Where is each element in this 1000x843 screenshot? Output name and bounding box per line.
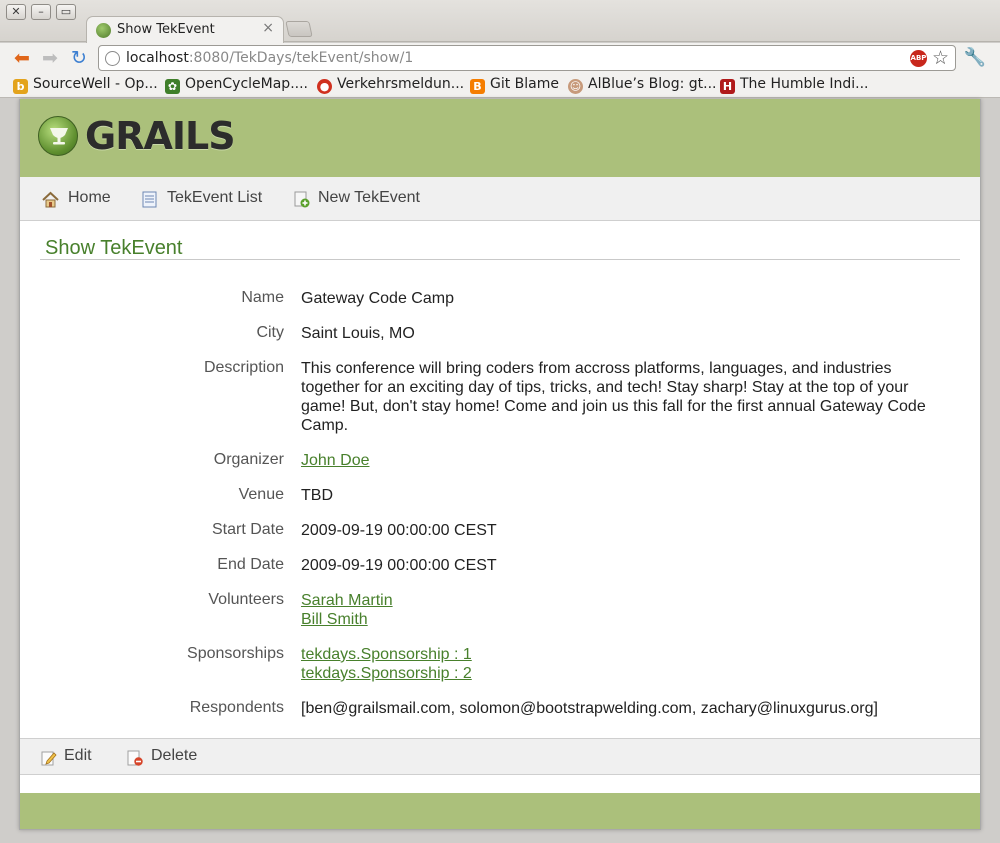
url-text: localhost:8080/TekDays/tekEvent/show/1 — [126, 50, 414, 66]
bookmark-verkehrsmeldungen[interactable]: ● Verkehrsmeldun... — [317, 76, 464, 95]
bookmark-humble-indie[interactable]: H The Humble Indi... — [720, 76, 869, 95]
nav-tekevent-list[interactable]: TekEvent List — [167, 189, 262, 207]
tab-close-icon[interactable]: × — [262, 20, 274, 36]
site-footer — [20, 793, 980, 829]
field-label: End Date — [217, 556, 284, 573]
field-value-sponsorships: tekdays.Sponsorship : 1 tekdays.Sponsors… — [301, 645, 941, 683]
home-icon — [42, 191, 59, 208]
site-header: GRAILS — [20, 99, 980, 177]
new-document-icon — [294, 191, 310, 208]
grails-favicon-icon — [96, 23, 111, 38]
delete-icon — [127, 750, 143, 766]
field-label: Name — [241, 289, 284, 306]
field-label: Start Date — [211, 521, 284, 538]
edit-icon — [41, 751, 57, 766]
cycle-icon: ✿ — [165, 79, 180, 94]
field-label: Description — [203, 359, 284, 376]
bookmarks-bar: b SourceWell - Op... ✿ OpenCycleMap.... ● V… — [0, 73, 1000, 98]
sponsorship-link[interactable]: tekdays.Sponsorship : 1 — [301, 645, 941, 664]
grail-cup-icon — [50, 128, 68, 145]
list-icon — [142, 191, 157, 208]
grails-logo-icon — [38, 116, 78, 156]
field-value-respondents: [ben@grailsmail.com, solomon@bootstrapwe… — [301, 700, 878, 717]
field-value-volunteers: Sarah Martin Bill Smith — [301, 591, 941, 629]
maximize-window-icon[interactable]: ▭ — [56, 4, 76, 20]
browser-toolbar: ⬅ ➡ ↻ localhost:8080/TekDays/tekEvent/sh… — [0, 43, 1000, 73]
forward-arrow-icon[interactable]: ➡ — [38, 47, 62, 69]
site-container: GRAILS Home TekEvent List New TekEvent S… — [19, 99, 981, 830]
field-value-start-date: 2009-09-19 00:00:00 CEST — [301, 522, 497, 539]
b-icon: b — [13, 79, 28, 94]
blogger-icon: B — [470, 79, 485, 94]
field-value-city: Saint Louis, MO — [301, 325, 415, 342]
field-label: City — [256, 324, 284, 341]
close-window-icon[interactable]: ✕ — [6, 4, 26, 20]
bookmark-opencyclemap[interactable]: ✿ OpenCycleMap.... — [165, 76, 308, 95]
field-label: Volunteers — [208, 591, 284, 608]
site-nav: Home TekEvent List New TekEvent — [20, 177, 980, 221]
traffic-icon: ● — [317, 79, 332, 94]
field-value-venue: TBD — [301, 487, 333, 504]
bookmark-alblue-blog[interactable]: ☺ AlBlue’s Blog: gt... — [568, 76, 716, 95]
new-tab-button[interactable] — [285, 21, 313, 37]
browser-tab[interactable]: Show TekEvent × — [86, 16, 284, 43]
minimize-window-icon[interactable]: – — [31, 4, 51, 20]
delete-button[interactable]: Delete — [151, 747, 197, 765]
page-title: Show TekEvent — [45, 237, 183, 259]
globe-icon — [105, 51, 120, 66]
field-label: Respondents — [189, 699, 284, 716]
field-value-description: This conference will bring coders from a… — [301, 360, 926, 434]
sponsorship-link[interactable]: tekdays.Sponsorship : 2 — [301, 664, 941, 683]
adblock-icon[interactable]: ABP — [910, 50, 927, 67]
reload-icon[interactable]: ↻ — [67, 47, 91, 69]
nav-new-tekevent[interactable]: New TekEvent — [318, 189, 420, 207]
humble-icon: H — [720, 79, 735, 94]
logo-text: GRAILS — [85, 114, 236, 158]
action-bar: Edit Delete — [20, 738, 980, 775]
field-value-organizer: John Doe — [301, 451, 941, 470]
window-titlebar: ✕ – ▭ Show TekEvent × — [0, 0, 1000, 43]
wrench-menu-icon[interactable]: 🔧 — [962, 47, 988, 69]
bookmark-star-icon[interactable]: ☆ — [932, 47, 949, 69]
field-value-name: Gateway Code Camp — [301, 290, 454, 307]
bookmark-git-blame[interactable]: B Git Blame — [470, 76, 559, 95]
edit-button[interactable]: Edit — [64, 747, 92, 765]
volunteer-link[interactable]: Sarah Martin — [301, 591, 941, 610]
page-viewport: GRAILS Home TekEvent List New TekEvent S… — [4, 99, 995, 841]
back-arrow-icon[interactable]: ⬅ — [10, 47, 34, 69]
bookmark-sourcewell[interactable]: b SourceWell - Op... — [13, 76, 158, 95]
field-label: Venue — [238, 486, 284, 503]
title-divider — [40, 259, 960, 260]
field-label: Organizer — [213, 451, 284, 468]
field-value-end-date: 2009-09-19 00:00:00 CEST — [301, 557, 497, 574]
volunteer-link[interactable]: Bill Smith — [301, 610, 941, 629]
field-label: Sponsorships — [187, 645, 284, 662]
organizer-link[interactable]: John Doe — [301, 451, 941, 470]
address-bar[interactable]: localhost:8080/TekDays/tekEvent/show/1 A… — [98, 45, 956, 71]
tab-title: Show TekEvent — [117, 22, 215, 37]
nav-home[interactable]: Home — [68, 189, 111, 207]
avatar-icon: ☺ — [568, 79, 583, 94]
